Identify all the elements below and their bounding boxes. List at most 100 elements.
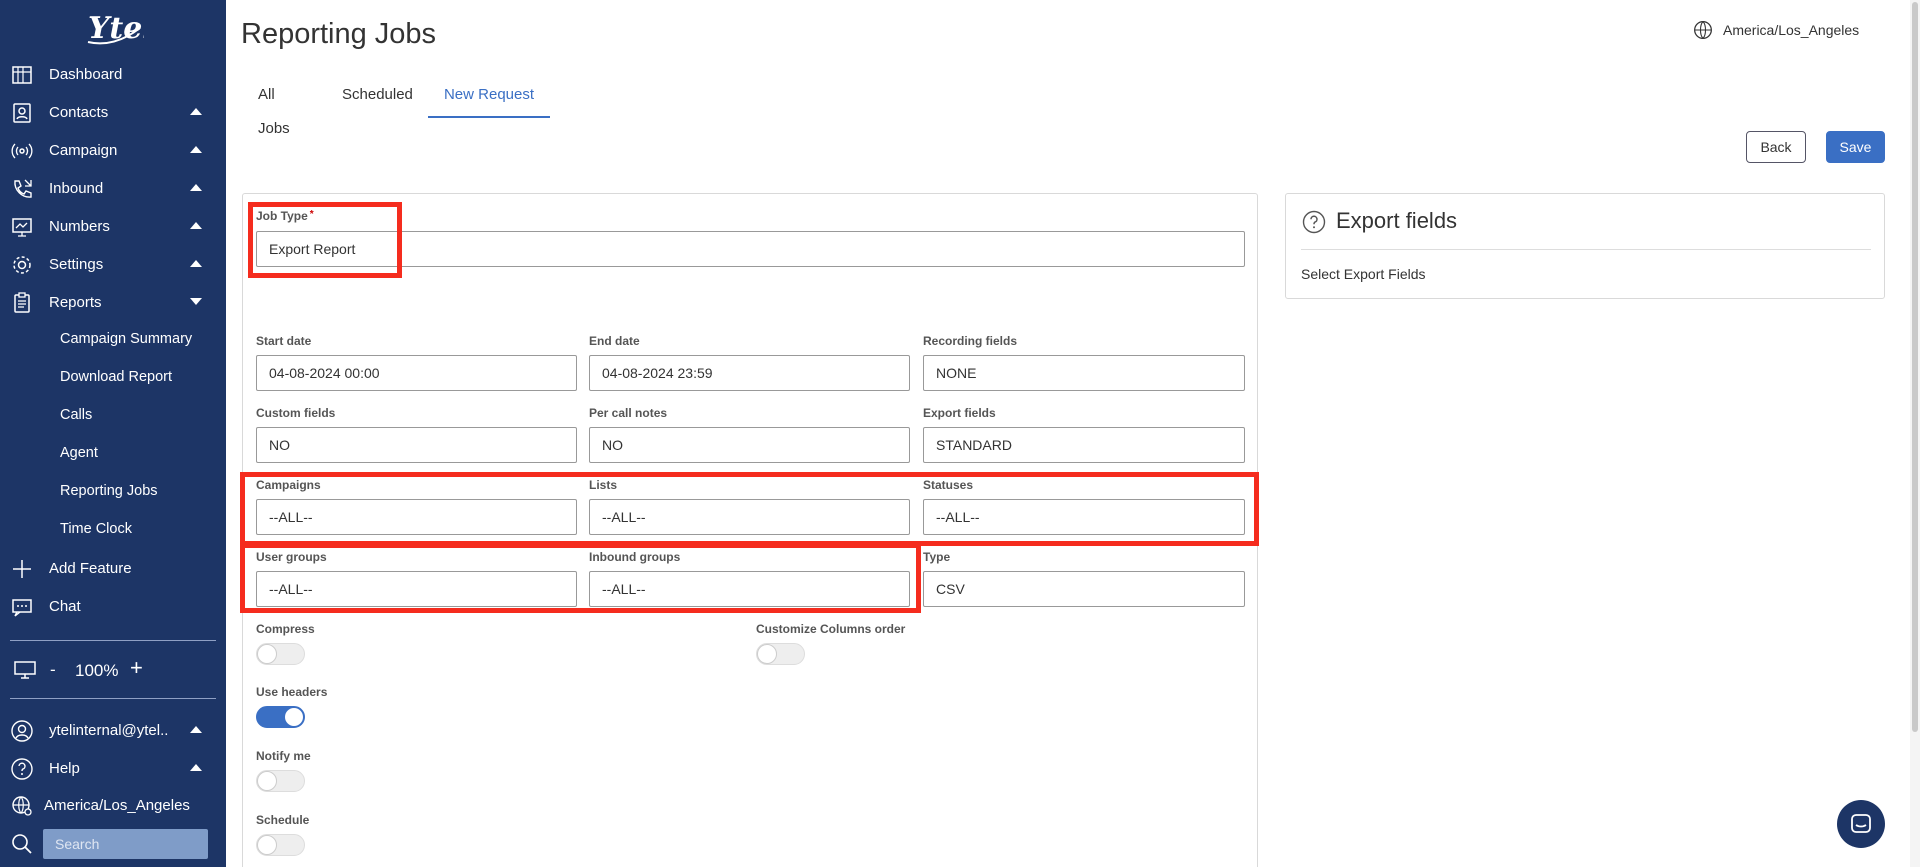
use-headers-toggle[interactable] [256, 706, 305, 728]
sidebar-item-inbound[interactable]: Inbound [0, 170, 226, 206]
search-input[interactable] [43, 829, 208, 859]
compress-toggle[interactable] [256, 643, 305, 665]
tab-scheduled[interactable]: Scheduled [342, 78, 413, 118]
schedule-toggle[interactable] [256, 834, 305, 856]
chevron-up-icon[interactable] [190, 146, 202, 153]
export-panel-subtitle: Select Export Fields [1301, 266, 1426, 282]
sidebar-subitem-agent[interactable]: Agent [60, 438, 98, 468]
statuses-select[interactable]: --ALL-- [923, 499, 1245, 535]
notify-me-toggle[interactable] [256, 770, 305, 792]
recording-fields-select[interactable]: NONE [923, 355, 1245, 391]
sidebar-item-label: Chat [49, 597, 81, 615]
user-email: ytelinternal@ytel.. [49, 721, 169, 739]
sidebar-subitem-campaign-summary[interactable]: Campaign Summary [60, 324, 192, 354]
back-button[interactable]: Back [1746, 131, 1806, 163]
export-fields-select[interactable]: STANDARD [923, 427, 1245, 463]
sidebar-divider [10, 640, 216, 641]
sidebar-item-label: Add Feature [49, 559, 132, 577]
sidebar-item-dashboard[interactable]: Dashboard [0, 56, 226, 92]
help-circle-icon[interactable] [1302, 210, 1326, 234]
sidebar-item-label: Inbound [49, 179, 104, 197]
plus-icon [13, 560, 31, 578]
tab-new-request[interactable]: New Request [428, 78, 550, 118]
customize-columns-toggle[interactable] [756, 643, 805, 665]
sidebar-item-timezone[interactable]: America/Los_Angeles [0, 787, 226, 823]
sidebar-item-add-feature[interactable]: Add Feature [0, 550, 226, 586]
sidebar-item-label: Dashboard [49, 65, 123, 83]
statuses-label: Statuses [923, 478, 974, 492]
sidebar-item-campaign[interactable]: Campaign [0, 132, 226, 168]
ytel-logo[interactable]: Ytel [84, 8, 144, 48]
export-fields-label: Export fields [923, 406, 996, 420]
user-groups-label: User groups [256, 550, 327, 564]
zoom-out-button[interactable]: - [50, 660, 56, 680]
chevron-up-icon[interactable] [190, 726, 202, 733]
chevron-up-icon[interactable] [190, 260, 202, 267]
use-headers-label: Use headers [256, 685, 328, 699]
numbers-icon [12, 218, 32, 237]
lists-select[interactable]: --ALL-- [589, 499, 910, 535]
save-button[interactable]: Save [1826, 131, 1885, 163]
sidebar-subitem-calls[interactable]: Calls [60, 400, 92, 430]
sidebar-item-label: Settings [49, 255, 104, 273]
sidebar-item-label: Numbers [49, 217, 110, 235]
end-date-label: End date [589, 334, 640, 348]
recording-fields-label: Recording fields [923, 334, 1018, 348]
inbound-groups-select[interactable]: --ALL-- [589, 571, 910, 607]
toggle-knob [757, 644, 777, 664]
type-label: Type [923, 550, 951, 564]
chat-icon [12, 599, 32, 617]
campaign-icon [11, 143, 33, 159]
timezone-display[interactable]: America/Los_Angeles [1693, 20, 1859, 40]
globe-settings-icon [12, 796, 32, 816]
custom-fields-label: Custom fields [256, 406, 336, 420]
per-call-notes-select[interactable]: NO [589, 427, 910, 463]
page-title: Reporting Jobs [241, 18, 437, 50]
chat-icon [1851, 814, 1871, 833]
job-type-select[interactable]: Export Report [256, 231, 1245, 267]
page-scrollbar[interactable] [1910, 0, 1920, 867]
scrollbar-thumb[interactable] [1912, 2, 1918, 732]
sidebar-item-chat[interactable]: Chat [0, 588, 226, 624]
sidebar-item-reports[interactable]: Reports [0, 284, 226, 320]
new-request-form: Job Type * Export Report Start date 04-08… [242, 193, 1258, 867]
chevron-up-icon[interactable] [190, 108, 202, 115]
sidebar-subitem-reporting-jobs[interactable]: Reporting Jobs [60, 476, 158, 506]
sidebar-item-label: Help [49, 759, 80, 777]
zoom-in-button[interactable]: + [130, 655, 143, 681]
toggle-knob [257, 644, 277, 664]
search-icon [12, 834, 32, 854]
tab-all-jobs[interactable]: All Jobs [258, 78, 290, 137]
chevron-up-icon[interactable] [190, 222, 202, 229]
sidebar-item-label: Contacts [49, 103, 109, 121]
sidebar-item-numbers[interactable]: Numbers [0, 208, 226, 244]
campaigns-label: Campaigns [256, 478, 321, 492]
start-date-field[interactable]: 04-08-2024 00:00 [256, 355, 577, 391]
chat-launcher-button[interactable] [1837, 800, 1885, 848]
job-type-label: Job Type * [256, 209, 314, 223]
chevron-up-icon[interactable] [190, 764, 202, 771]
sidebar-item-help[interactable]: Help [0, 750, 226, 786]
sidebar-subitem-time-clock[interactable]: Time Clock [60, 514, 132, 544]
export-fields-panel: Export fields Select Export Fields [1285, 193, 1885, 299]
inbound-groups-label: Inbound groups [589, 550, 681, 564]
campaigns-select[interactable]: --ALL-- [256, 499, 577, 535]
end-date-field[interactable]: 04-08-2024 23:59 [589, 355, 910, 391]
user-groups-select[interactable]: --ALL-- [256, 571, 577, 607]
help-icon [11, 758, 33, 780]
custom-fields-select[interactable]: NO [256, 427, 577, 463]
chevron-up-icon[interactable] [190, 184, 202, 191]
contacts-icon [13, 103, 31, 123]
chevron-down-icon[interactable] [190, 298, 202, 305]
type-select[interactable]: CSV [923, 571, 1245, 607]
toggle-knob [284, 707, 304, 727]
sidebar-item-contacts[interactable]: Contacts [0, 94, 226, 130]
timezone-label: America/Los_Angeles [1723, 22, 1860, 38]
export-panel-title: Export fields [1336, 208, 1458, 233]
sidebar-subitem-download-report[interactable]: Download Report [60, 362, 172, 392]
start-date-label: Start date [256, 334, 312, 348]
user-icon [11, 720, 33, 742]
lists-label: Lists [589, 478, 618, 492]
sidebar-item-settings[interactable]: Settings [0, 246, 226, 282]
sidebar-item-user[interactable]: ytelinternal@ytel.. [0, 712, 226, 748]
